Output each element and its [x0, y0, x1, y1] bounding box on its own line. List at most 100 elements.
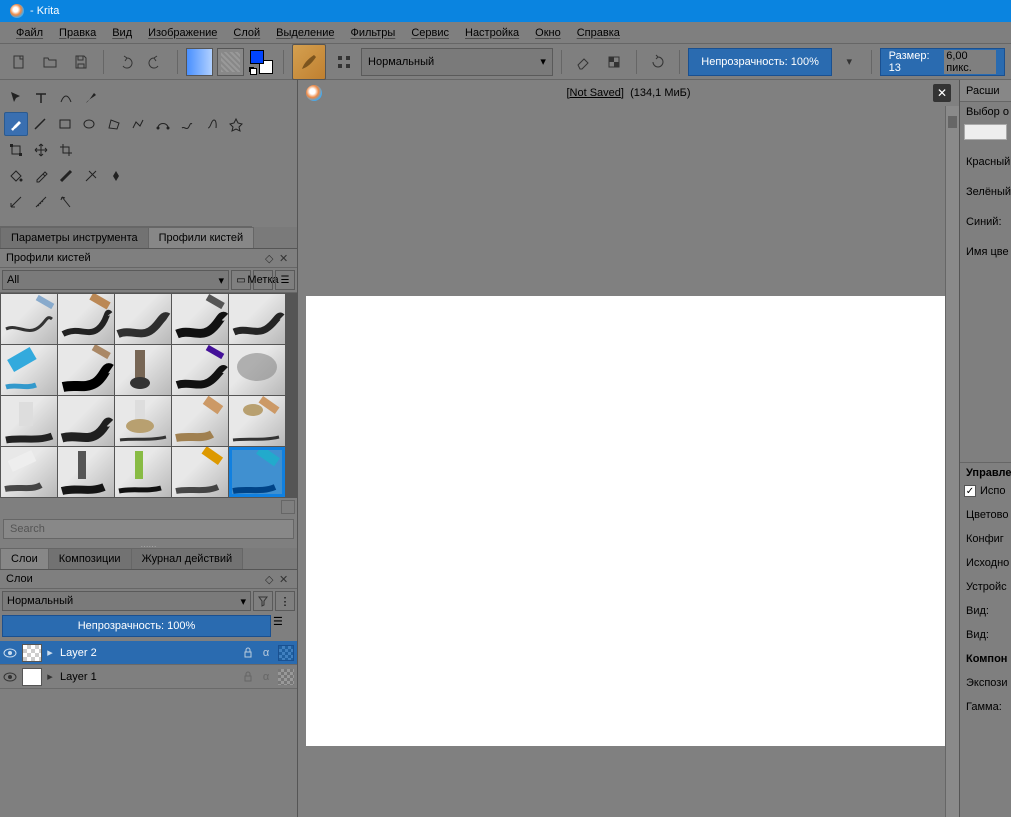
layer-row[interactable]: ▸ Layer 1 α — [0, 665, 297, 689]
brush-preset[interactable] — [1, 447, 57, 497]
brush-tool[interactable] — [4, 112, 28, 136]
blend-mode-select[interactable]: Нормальный ▾ — [361, 48, 553, 76]
lock-icon[interactable] — [239, 647, 257, 659]
bezier-tool[interactable] — [151, 112, 175, 136]
color-preview-input[interactable] — [964, 124, 1007, 140]
foreground-color[interactable] — [250, 50, 264, 64]
brush-preset[interactable] — [172, 447, 228, 497]
menu-edit[interactable]: Правка — [51, 24, 104, 42]
measure-tool[interactable] — [29, 190, 53, 214]
polyline-tool[interactable] — [127, 112, 151, 136]
undo-history-tab[interactable]: Журнал действий — [131, 548, 244, 569]
new-file-button[interactable] — [6, 48, 33, 76]
layer-blend-select[interactable]: Нормальный▾ — [2, 591, 251, 611]
pointer-tool[interactable] — [4, 86, 28, 110]
layer-settings-button[interactable]: ⋮ — [275, 591, 295, 611]
brush-preset[interactable] — [115, 294, 171, 344]
brush-preset[interactable] — [172, 396, 228, 446]
line-tool[interactable] — [29, 112, 53, 136]
brush-preset-button[interactable] — [292, 44, 327, 80]
layer-row[interactable]: ▸ Layer 2 α — [0, 641, 297, 665]
reset-colors-icon[interactable] — [249, 67, 257, 75]
preset-scroll-icon[interactable] — [281, 500, 295, 514]
save-file-button[interactable] — [68, 48, 95, 76]
brush-preset[interactable] — [58, 345, 114, 395]
assistant-tool[interactable] — [4, 190, 28, 214]
reference-tool[interactable] — [54, 190, 78, 214]
float-docker-icon[interactable]: ◇ — [265, 252, 277, 264]
brush-preset[interactable] — [115, 447, 171, 497]
brush-preset[interactable] — [172, 294, 228, 344]
preset-filter-select[interactable]: All▾ — [2, 270, 229, 290]
smart-fill-tool[interactable] — [104, 164, 128, 188]
layer-filter-button[interactable] — [253, 591, 273, 611]
menu-view[interactable]: Вид — [104, 24, 140, 42]
ellipse-tool[interactable] — [78, 112, 102, 136]
menu-layer[interactable]: Слой — [225, 24, 268, 42]
pattern-swatch[interactable] — [217, 48, 244, 76]
vertical-scrollbar[interactable] — [945, 106, 959, 817]
expand-icon[interactable]: ▸ — [44, 670, 56, 683]
menu-filters[interactable]: Фильтры — [342, 24, 403, 42]
color-picker-tool[interactable] — [29, 164, 53, 188]
lock-icon[interactable] — [239, 671, 257, 683]
preset-tag-button[interactable]: Метка — [253, 270, 273, 290]
gradient-tool[interactable] — [54, 164, 78, 188]
brush-preset[interactable] — [172, 345, 228, 395]
brush-preset[interactable] — [229, 396, 285, 446]
redo-button[interactable] — [142, 48, 169, 76]
open-file-button[interactable] — [37, 48, 64, 76]
color-swatch[interactable] — [248, 48, 275, 76]
close-document-button[interactable]: ✕ — [933, 84, 951, 102]
crop-tool[interactable] — [54, 138, 78, 162]
float-docker-icon[interactable]: ◇ — [265, 573, 277, 585]
brush-preset[interactable] — [58, 447, 114, 497]
alpha-inherit-icon[interactable] — [278, 645, 294, 661]
brush-preset[interactable] — [58, 294, 114, 344]
layer-name[interactable]: Layer 1 — [56, 671, 239, 683]
brush-presets-tab[interactable]: Профили кистей — [148, 227, 255, 248]
opacity-dropdown-icon[interactable]: ▾ — [836, 48, 863, 76]
layer-opacity-menu[interactable]: ☰ — [273, 615, 295, 637]
brush-preset[interactable] — [1, 294, 57, 344]
close-docker-icon[interactable]: ✕ — [279, 252, 291, 264]
brush-editor-button[interactable] — [330, 48, 357, 76]
use-checkbox[interactable]: ✓Испо — [960, 483, 1011, 499]
menu-select[interactable]: Выделение — [268, 24, 342, 42]
compositions-tab[interactable]: Композиции — [48, 548, 132, 569]
tool-options-tab[interactable]: Параметры инструмента — [0, 227, 149, 248]
expand-icon[interactable]: ▸ — [44, 646, 56, 659]
menu-settings[interactable]: Настройка — [457, 24, 527, 42]
brush-preset[interactable] — [58, 396, 114, 446]
layer-opacity-slider[interactable]: Непрозрачность: 100% — [2, 615, 271, 637]
rectangle-tool[interactable] — [53, 112, 77, 136]
undo-button[interactable] — [112, 48, 139, 76]
pattern-edit-tool[interactable] — [79, 164, 103, 188]
canvas[interactable] — [306, 296, 946, 746]
multibrush-tool[interactable] — [225, 112, 249, 136]
transform-tool[interactable] — [4, 138, 28, 162]
brush-preset[interactable] — [1, 345, 57, 395]
brush-size-slider[interactable]: Размер: 136,00 пикс. — [880, 48, 1005, 76]
brush-preset-selected[interactable] — [229, 447, 285, 497]
alpha-inherit-icon[interactable] — [278, 669, 294, 685]
fill-tool[interactable] — [4, 164, 28, 188]
preset-view-button[interactable]: ☰ — [275, 270, 295, 290]
menu-help[interactable]: Справка — [569, 24, 628, 42]
advanced-color-tab[interactable]: Расши — [960, 80, 1011, 102]
edit-shapes-tool[interactable] — [54, 86, 78, 110]
close-docker-icon[interactable]: ✕ — [279, 573, 291, 585]
visibility-icon[interactable] — [0, 646, 20, 660]
brush-preset[interactable] — [229, 345, 285, 395]
brush-preset[interactable] — [229, 294, 285, 344]
menu-window[interactable]: Окно — [527, 24, 569, 42]
freehand-path-tool[interactable] — [176, 112, 200, 136]
text-tool[interactable] — [29, 86, 53, 110]
polygon-tool[interactable] — [102, 112, 126, 136]
opacity-slider[interactable]: Непрозрачность: 100% — [688, 48, 832, 76]
alpha-icon[interactable]: α — [257, 647, 275, 659]
menu-tools[interactable]: Сервис — [403, 24, 457, 42]
reload-preset-button[interactable] — [645, 48, 672, 76]
menu-image[interactable]: Изображение — [140, 24, 225, 42]
eraser-mode-button[interactable] — [570, 48, 597, 76]
